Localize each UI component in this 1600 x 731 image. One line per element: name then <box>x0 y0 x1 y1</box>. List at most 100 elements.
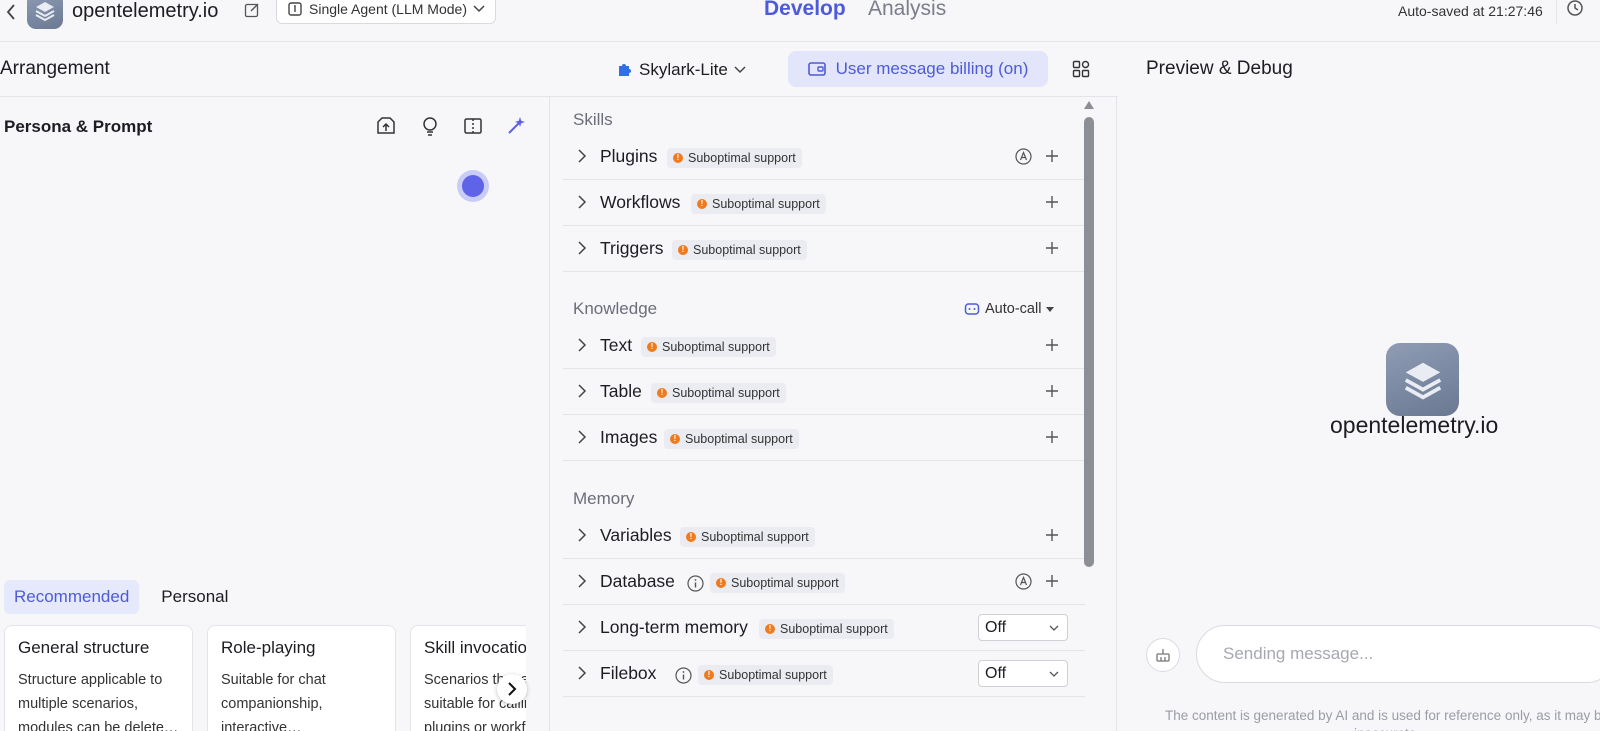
chevron-down-icon <box>1049 625 1059 631</box>
puzzle-icon <box>619 64 631 76</box>
lightbulb-icon[interactable] <box>419 115 441 137</box>
back-arrow-icon[interactable] <box>2 0 20 24</box>
status-badge: ! Suboptimal support <box>680 527 815 547</box>
knowledge-row-text[interactable]: Text ! Suboptimal support <box>563 323 1085 369</box>
ai-cursor-indicator <box>457 170 489 202</box>
knowledge-label: Text <box>600 335 633 355</box>
agent-mode-icon <box>288 2 302 16</box>
tab-analysis[interactable]: Analysis <box>868 0 946 21</box>
template-card[interactable]: General structure Structure applicable t… <box>4 625 193 731</box>
skill-row-triggers[interactable]: Triggers ! Suboptimal support <box>563 226 1085 272</box>
split-view-icon[interactable] <box>462 115 484 137</box>
skill-label: Workflows <box>600 192 681 212</box>
prompt-library-icon[interactable] <box>375 115 397 137</box>
add-icon[interactable] <box>1045 528 1059 542</box>
app-title: opentelemetry.io <box>72 0 219 22</box>
skills-section-title: Skills <box>573 110 613 129</box>
auto-mode-icon[interactable] <box>1015 573 1032 590</box>
status-badge: ! Suboptimal support <box>691 194 826 214</box>
skills-panel: Skills Plugins ! Suboptimal support Workf… <box>551 97 1117 731</box>
scroll-up-arrow[interactable] <box>1084 101 1094 109</box>
knowledge-row-table[interactable]: Table ! Suboptimal support <box>563 369 1085 415</box>
auto-mode-icon[interactable] <box>1015 148 1032 165</box>
info-icon[interactable] <box>687 574 704 592</box>
agent-mode-select[interactable]: Single Agent (LLM Mode) <box>276 0 496 24</box>
chevron-right-icon <box>578 195 587 209</box>
memory-row-variables[interactable]: Variables ! Suboptimal support <box>563 513 1085 559</box>
auto-call-label: Auto-call <box>985 301 1042 317</box>
robot-icon <box>964 303 980 315</box>
chevron-right-icon <box>578 620 587 634</box>
skill-row-plugins[interactable]: Plugins ! Suboptimal support <box>563 134 1085 180</box>
template-card-title: General structure <box>18 638 150 657</box>
add-icon[interactable] <box>1045 574 1059 588</box>
knowledge-label: Table <box>600 381 642 401</box>
bot-avatar <box>1386 343 1459 416</box>
status-badge: ! Suboptimal support <box>698 665 833 685</box>
template-card-desc: Structure applicable to multiple scenari… <box>18 672 179 731</box>
model-name: Skylark-Lite <box>639 60 728 79</box>
status-badge: ! Suboptimal support <box>672 240 807 260</box>
knowledge-section-title: Knowledge <box>573 299 658 318</box>
memory-section-title: Memory <box>573 489 635 508</box>
persona-panel: Persona & Prompt Recommended Personal Ge… <box>0 97 550 731</box>
bot-name: opentelemetry.io <box>1330 412 1499 438</box>
select-value: Off <box>985 618 1007 636</box>
template-cards: General structure Structure applicable t… <box>4 625 526 731</box>
add-icon[interactable] <box>1045 384 1059 398</box>
chevron-right-icon <box>578 574 587 588</box>
tab-recommended[interactable]: Recommended <box>4 580 140 614</box>
chevron-right-icon <box>578 149 587 163</box>
template-card[interactable]: Role-playing Suitable for chat companion… <box>207 625 396 731</box>
chevron-right-icon[interactable] <box>497 674 527 704</box>
add-icon[interactable] <box>1045 195 1059 209</box>
knowledge-label: Images <box>600 427 658 447</box>
add-icon[interactable] <box>1045 241 1059 255</box>
message-input[interactable] <box>1196 625 1600 683</box>
clear-history-button[interactable] <box>1146 638 1180 672</box>
arrangement-title: Arrangement <box>0 58 110 79</box>
top-bar: opentelemetry.io Single Agent (LLM Mode)… <box>0 0 1600 42</box>
edit-icon[interactable] <box>244 2 262 20</box>
user-message-billing-button[interactable]: User message billing (on) <box>788 51 1048 87</box>
template-tabs: Recommended Personal <box>4 580 238 614</box>
ai-disclaimer: The content is generated by AI and is us… <box>1164 708 1600 731</box>
tab-develop[interactable]: Develop <box>764 0 846 21</box>
broom-icon <box>1156 649 1170 662</box>
vertical-scrollbar[interactable] <box>1084 117 1094 567</box>
wallet-icon <box>807 62 826 76</box>
skill-row-workflows[interactable]: Workflows ! Suboptimal support <box>563 180 1085 226</box>
add-icon[interactable] <box>1045 149 1059 163</box>
memory-row-database[interactable]: Database ! Suboptimal support <box>563 559 1085 605</box>
memory-label: Variables <box>600 525 672 545</box>
filebox-select[interactable]: Off <box>978 660 1068 687</box>
preview-panel: Preview & Debug opentelemetry.io The con… <box>1118 42 1600 731</box>
memory-row-filebox[interactable]: Filebox ! Suboptimal support Off <box>563 651 1085 697</box>
add-icon[interactable] <box>1045 338 1059 352</box>
status-badge: ! Suboptimal support <box>664 429 799 449</box>
skill-label: Plugins <box>600 146 658 166</box>
ai-optimize-icon[interactable] <box>505 115 527 137</box>
arrangement-header: Arrangement Skylark-Lite User message bi… <box>0 42 1118 97</box>
caret-down-icon <box>1046 306 1055 312</box>
add-icon[interactable] <box>1045 430 1059 444</box>
auto-call-dropdown[interactable]: Auto-call <box>964 301 1055 317</box>
billing-label: User message billing (on) <box>835 59 1029 78</box>
tab-personal[interactable]: Personal <box>151 580 238 614</box>
layout-grid-icon[interactable] <box>1072 60 1090 78</box>
info-icon[interactable] <box>675 666 692 684</box>
chevron-right-icon <box>578 528 587 542</box>
memory-row-long-term[interactable]: Long-term memory ! Suboptimal support Off <box>563 605 1085 651</box>
model-select[interactable]: Skylark-Lite <box>615 56 746 84</box>
status-badge: ! Suboptimal support <box>651 383 786 403</box>
status-badge: ! Suboptimal support <box>641 337 776 357</box>
memory-label: Long-term memory <box>600 617 748 637</box>
chevron-down-icon <box>473 5 485 13</box>
autosave-status: Auto-saved at 21:27:46 <box>1398 3 1543 19</box>
long-term-memory-select[interactable]: Off <box>978 614 1068 641</box>
status-badge: ! Suboptimal support <box>667 148 802 168</box>
chevron-right-icon <box>578 241 587 255</box>
knowledge-row-images[interactable]: Images ! Suboptimal support <box>563 415 1085 461</box>
chevron-right-icon <box>578 666 587 680</box>
history-icon[interactable] <box>1556 0 1592 24</box>
